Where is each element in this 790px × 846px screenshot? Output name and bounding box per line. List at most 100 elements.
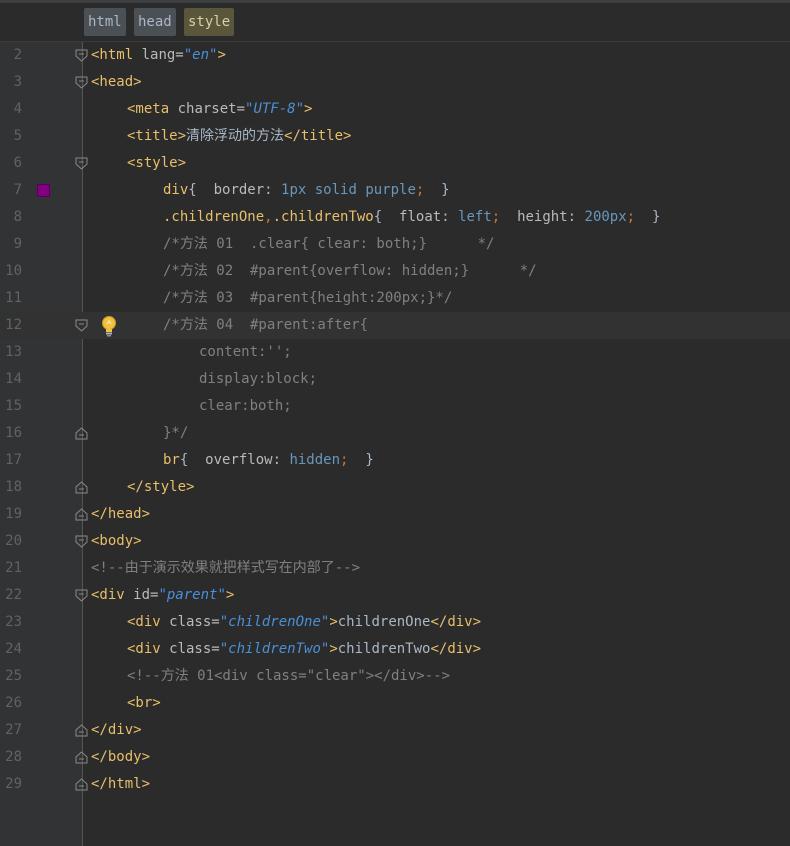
code-line[interactable]: 14 display:block; — [0, 366, 790, 393]
breadcrumb: html head style — [0, 3, 790, 42]
code-text: </body> — [91, 749, 151, 765]
line-number: 5 — [13, 128, 22, 144]
code-comment: /*方法 03 #parent{height:200px;}*/ — [163, 290, 453, 306]
line-number: 12 — [5, 317, 22, 333]
line-number: 4 — [13, 101, 22, 117]
code-line[interactable]: 23 <div class="childrenOne">childrenOne<… — [0, 609, 790, 636]
code-text: <style> — [127, 155, 187, 171]
code-line[interactable]: 21 <!--由于演示效果就把样式写在内部了--> — [0, 555, 790, 582]
code-line[interactable]: 26 <br> — [0, 690, 790, 717]
line-number: 11 — [5, 290, 22, 306]
code-line[interactable]: 2 <html lang="en"> — [0, 42, 790, 69]
code-text: <br> — [127, 695, 161, 711]
breadcrumb-style[interactable]: style — [184, 8, 235, 36]
code-text: </head> — [91, 506, 151, 522]
fold-close-icon[interactable] — [75, 778, 88, 791]
code-comment: <!--方法 01<div class="clear"></div>--> — [127, 668, 451, 684]
code-text: div{ border: 1px solid purple; } — [163, 182, 450, 198]
code-line[interactable]: 4 <meta charset="UTF-8"> — [0, 96, 790, 123]
code-text: <div id="parent"> — [91, 587, 235, 603]
code-text: br{ overflow: hidden; } — [163, 452, 374, 468]
line-number: 13 — [5, 344, 22, 360]
fold-open-icon[interactable] — [75, 535, 88, 548]
code-line[interactable]: 18 </style> — [0, 474, 790, 501]
code-line[interactable]: 28 </body> — [0, 744, 790, 771]
code-comment: /*方法 02 #parent{overflow: hidden;} */ — [163, 263, 537, 279]
line-number: 21 — [5, 560, 22, 576]
line-number: 10 — [5, 263, 22, 279]
code-text: <head> — [91, 74, 142, 90]
breadcrumb-head[interactable]: head — [134, 8, 176, 36]
code-line[interactable]: 10 /*方法 02 #parent{overflow: hidden;} */ — [0, 258, 790, 285]
code-comment: <!--由于演示效果就把样式写在内部了--> — [91, 560, 361, 576]
code-editor[interactable]: 2 <html lang="en"> 3 <head> 4 <meta char… — [0, 42, 790, 846]
code-line[interactable]: 11 /*方法 03 #parent{height:200px;}*/ — [0, 285, 790, 312]
line-number: 8 — [13, 209, 22, 225]
breadcrumb-html[interactable]: html — [84, 8, 126, 36]
fold-open-icon[interactable] — [75, 49, 88, 62]
code-text: <div class="childrenTwo">childrenTwo</di… — [127, 641, 482, 657]
code-line[interactable]: 9 /*方法 01 .clear{ clear: both;} */ — [0, 231, 790, 258]
line-number: 25 — [5, 668, 22, 684]
line-number: 14 — [5, 371, 22, 387]
code-line[interactable]: 20 <body> — [0, 528, 790, 555]
line-number: 16 — [5, 425, 22, 441]
code-line[interactable]: 29 </html> — [0, 771, 790, 798]
code-line[interactable]: 3 <head> — [0, 69, 790, 96]
code-comment: /*方法 01 .clear{ clear: both;} */ — [163, 236, 495, 252]
code-line[interactable]: 7 div{ border: 1px solid purple; } — [0, 177, 790, 204]
line-number: 18 — [5, 479, 22, 495]
fold-close-icon[interactable] — [75, 481, 88, 494]
line-number: 19 — [5, 506, 22, 522]
line-number: 28 — [5, 749, 22, 765]
code-line[interactable]: 22 <div id="parent"> — [0, 582, 790, 609]
code-line[interactable]: 8 .childrenOne,.childrenTwo{ float: left… — [0, 204, 790, 231]
code-line[interactable]: 13 content:''; — [0, 339, 790, 366]
line-number: 23 — [5, 614, 22, 630]
fold-close-icon[interactable] — [75, 508, 88, 521]
lightbulb-icon[interactable] — [99, 315, 119, 337]
fold-close-icon[interactable] — [75, 427, 88, 440]
code-line[interactable]: 19 </head> — [0, 501, 790, 528]
line-number: 6 — [13, 155, 22, 171]
code-text: <div class="childrenOne">childrenOne</di… — [127, 614, 482, 630]
code-comment: clear:both; — [199, 398, 292, 414]
line-number: 9 — [13, 236, 22, 252]
code-text: .childrenOne,.childrenTwo{ float: left; … — [163, 209, 661, 225]
code-line[interactable]: 5 <title>清除浮动的方法</title> — [0, 123, 790, 150]
code-text: <html lang="en"> — [91, 47, 226, 63]
fold-open-icon[interactable] — [75, 589, 88, 602]
line-number: 29 — [5, 776, 22, 792]
code-line[interactable]: 17 br{ overflow: hidden; } — [0, 447, 790, 474]
line-number: 15 — [5, 398, 22, 414]
code-comment: content:''; — [199, 344, 292, 360]
line-number: 17 — [5, 452, 22, 468]
line-number: 22 — [5, 587, 22, 603]
code-text: <meta charset="UTF-8"> — [127, 101, 313, 117]
code-line[interactable]: 15 clear:both; — [0, 393, 790, 420]
fold-close-icon[interactable] — [75, 724, 88, 737]
code-line[interactable]: 16 }*/ — [0, 420, 790, 447]
line-number: 24 — [5, 641, 22, 657]
code-line[interactable]: 25 <!--方法 01<div class="clear"></div>--> — [0, 663, 790, 690]
code-line[interactable]: 27 </div> — [0, 717, 790, 744]
code-line[interactable]: 24 <div class="childrenTwo">childrenTwo<… — [0, 636, 790, 663]
code-line-current[interactable]: 12 /*方法 04 #parent:after{ — [0, 312, 790, 339]
code-text: </div> — [91, 722, 142, 738]
fold-open-icon[interactable] — [75, 157, 88, 170]
code-line[interactable]: 6 <style> — [0, 150, 790, 177]
code-comment: }*/ — [163, 425, 189, 441]
fold-close-icon[interactable] — [75, 751, 88, 764]
line-number: 27 — [5, 722, 22, 738]
color-swatch-icon[interactable] — [37, 184, 50, 197]
fold-open-icon[interactable] — [75, 76, 88, 89]
fold-open-icon[interactable] — [75, 319, 88, 332]
line-number: 3 — [13, 74, 22, 90]
code-text: <title>清除浮动的方法</title> — [127, 128, 352, 144]
line-number: 26 — [5, 695, 22, 711]
line-number: 2 — [13, 47, 22, 63]
code-comment: /*方法 04 #parent:after{ — [163, 317, 369, 333]
code-text: <body> — [91, 533, 142, 549]
line-number: 20 — [5, 533, 22, 549]
line-number: 7 — [13, 182, 22, 198]
